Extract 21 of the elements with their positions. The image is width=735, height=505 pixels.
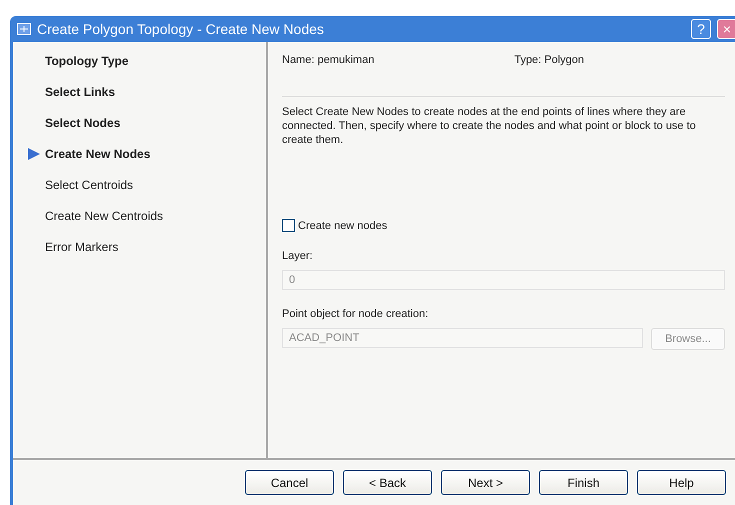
wizard-step[interactable]: Error Markers — [45, 240, 118, 254]
description-text: Select Create New Nodes to create nodes at the end points of lines where they are connected. Then, specify where to create the nodes and what point or block to use to create them. — [282, 105, 697, 147]
wizard-step[interactable]: Select Links — [45, 85, 116, 99]
wizard-button[interactable]: Finish — [539, 470, 628, 495]
wizard-button[interactable]: < Back — [343, 470, 432, 495]
checkbox[interactable] — [282, 219, 295, 232]
point-object-label: Point object for node creation: — [282, 308, 430, 320]
wizard-button[interactable]: Help — [637, 470, 726, 495]
name-label: Name: pemukiman — [282, 54, 374, 66]
window-title: Create Polygon Topology - Create New Nodes — [37, 21, 325, 37]
type-label: Type: Polygon — [514, 54, 584, 66]
wizard-button[interactable]: Cancel — [245, 470, 334, 495]
checkbox-label[interactable]: Create new nodes — [298, 220, 388, 232]
wizard-button[interactable]: Next > — [441, 470, 530, 495]
wizard-step[interactable]: Create New Centroids — [45, 209, 164, 223]
layer-label: Layer: — [282, 250, 314, 262]
wizard-step[interactable]: Select Centroids — [45, 178, 134, 192]
wizard-step[interactable]: Topology Type — [45, 54, 129, 68]
wizard-step[interactable]: Select Nodes — [45, 116, 120, 130]
window-icon — [17, 23, 31, 35]
wizard-step[interactable]: Create New Nodes — [45, 147, 150, 161]
